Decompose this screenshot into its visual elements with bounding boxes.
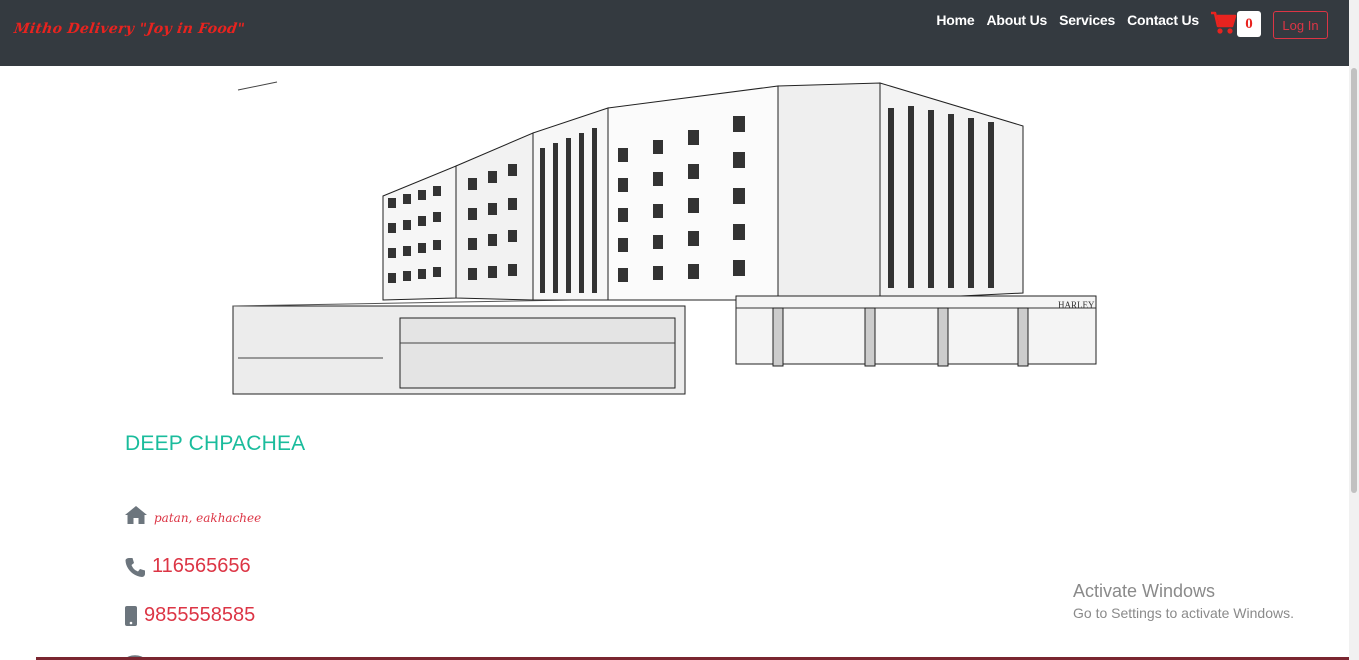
shopping-cart-icon: [1211, 11, 1237, 34]
scrollbar-thumb[interactable]: [1351, 68, 1357, 493]
hotel-mobile[interactable]: 9855558585: [144, 604, 255, 627]
hotel-building-image: HARLEY: [232, 81, 1097, 395]
nav-contact-us[interactable]: Contact Us: [1127, 12, 1199, 28]
page: Mitho Delivery "Joy in Food" Home About …: [0, 0, 1359, 660]
cart-button[interactable]: 0: [1210, 10, 1262, 38]
navbar: Mitho Delivery "Joy in Food" Home About …: [0, 0, 1349, 66]
address-row: patan, eakhachee: [124, 505, 261, 525]
mobile-icon: [125, 605, 137, 626]
nav-home[interactable]: Home: [936, 12, 974, 28]
svg-text:HARLEY: HARLEY: [1058, 300, 1095, 310]
login-button[interactable]: Log In: [1273, 11, 1328, 39]
nav-links: Home About Us Services Contact Us: [936, 12, 1199, 28]
brand-logo[interactable]: Mitho Delivery "Joy in Food": [13, 21, 246, 37]
cart-count-badge: 0: [1237, 11, 1261, 37]
hotel-phone[interactable]: 116565656: [152, 555, 251, 578]
phone-row: 116565656: [124, 555, 251, 578]
mobile-row: 9855558585: [124, 604, 255, 627]
phone-icon: [125, 557, 145, 577]
nav-services[interactable]: Services: [1059, 12, 1115, 28]
hotel-name: DEEP CHPACHEA: [125, 432, 306, 455]
watermark-subtitle: Go to Settings to activate Windows.: [1073, 605, 1294, 621]
hotel-address: patan, eakhachee: [154, 511, 262, 525]
windows-activation-watermark: Activate Windows Go to Settings to activ…: [1073, 580, 1294, 623]
nav-about-us[interactable]: About Us: [986, 12, 1047, 28]
watermark-title: Activate Windows: [1073, 581, 1216, 601]
home-icon: [125, 506, 147, 524]
